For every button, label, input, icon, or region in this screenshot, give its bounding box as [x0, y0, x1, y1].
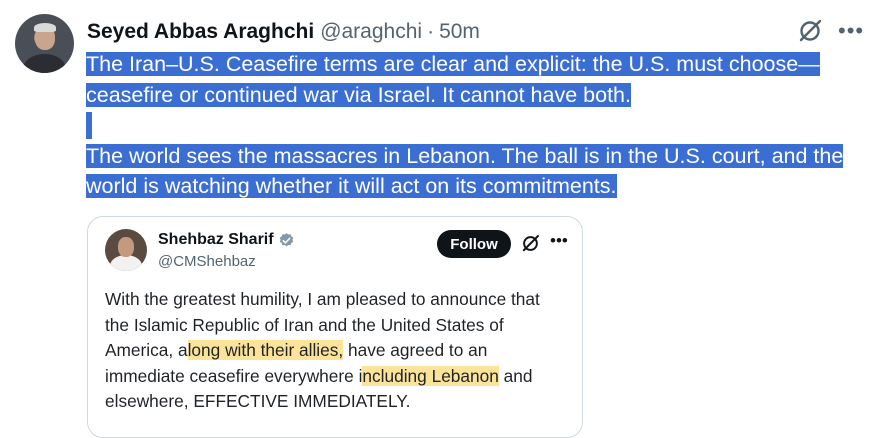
quoted-author-handle[interactable]: @CMShehbaz: [158, 253, 256, 270]
author-handle[interactable]: @araghchi: [320, 20, 422, 44]
separator-dot: ·: [427, 20, 435, 43]
selection-blank-line: [86, 112, 92, 139]
quoted-tweet-body: With the greatest humility, I am pleased…: [105, 287, 565, 415]
author-name[interactable]: Seyed Abbas Araghchi: [87, 20, 314, 44]
tweet-paragraph-1: The Iran–U.S. Ceasefire terms are clear …: [86, 52, 820, 107]
follow-button[interactable]: Follow: [437, 230, 511, 258]
tweet-header: Seyed Abbas Araghchi @araghchi · 50m: [87, 18, 480, 46]
quoted-author-name[interactable]: Shehbaz Sharif: [158, 231, 274, 249]
more-options-icon[interactable]: •••: [838, 20, 864, 42]
marker-highlight: long with their allies,: [187, 340, 344, 360]
quoted-more-options-icon[interactable]: •••: [550, 232, 568, 249]
verified-icon: [279, 232, 293, 246]
timestamp[interactable]: 50m: [439, 20, 480, 44]
quoted-author-avatar[interactable]: [105, 229, 147, 271]
tweet-body: The Iran–U.S. Ceasefire terms are clear …: [86, 49, 876, 202]
grok-icon[interactable]: [796, 17, 824, 45]
author-avatar[interactable]: [15, 14, 74, 73]
quoted-grok-icon[interactable]: [520, 233, 541, 254]
marker-highlight: ncluding Lebanon: [362, 365, 499, 386]
tweet-paragraph-2: The world sees the massacres in Lebanon.…: [86, 143, 844, 198]
quoted-tweet[interactable]: Shehbaz Sharif @CMShehbaz Follow ••• Wit…: [87, 216, 583, 438]
quoted-author-name-row: Shehbaz Sharif: [158, 231, 295, 249]
